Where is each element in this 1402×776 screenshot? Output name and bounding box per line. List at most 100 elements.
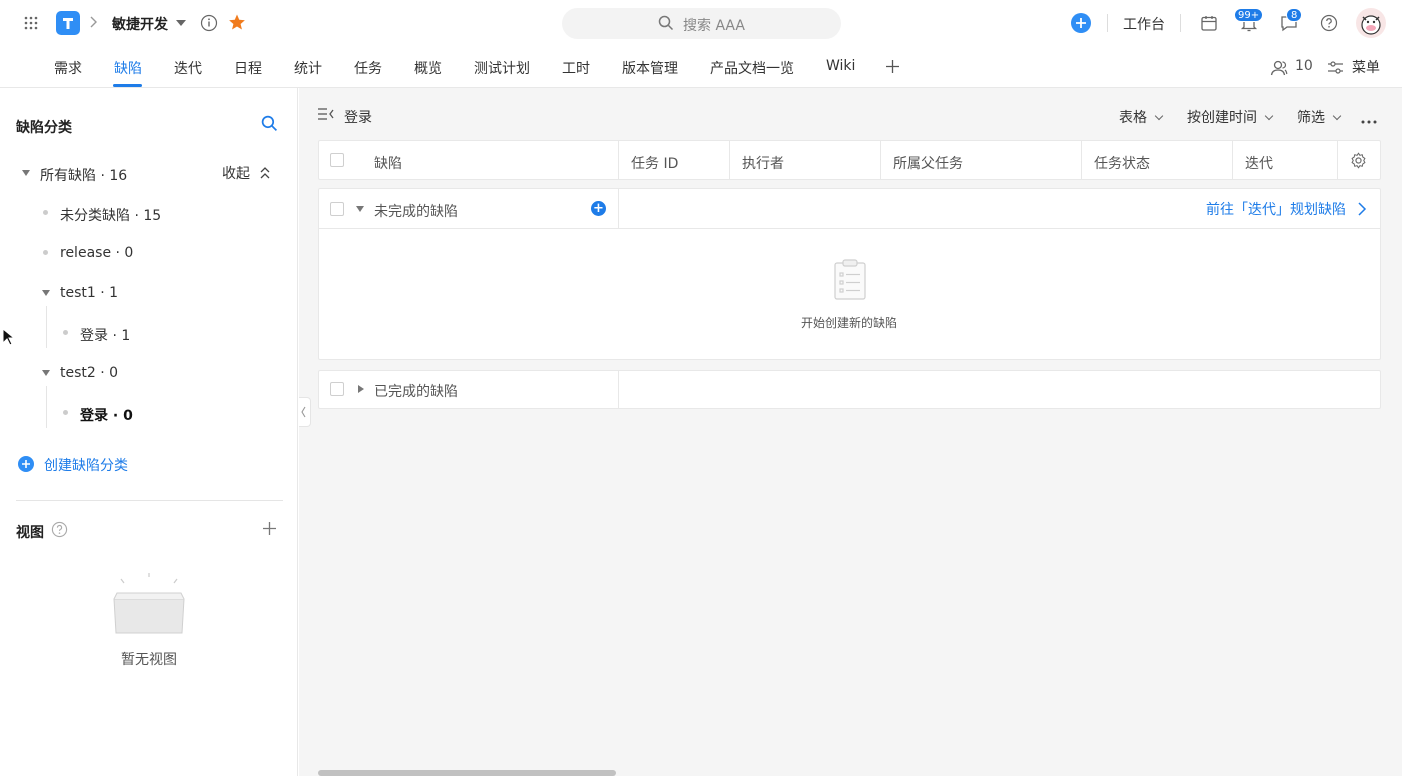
breadcrumb: 登录 — [344, 110, 372, 126]
workbench-link[interactable]: 工作台 — [1123, 14, 1165, 34]
column-header-defect[interactable]: 缺陷 — [374, 153, 402, 173]
sort-dropdown[interactable]: 按创建时间 — [1187, 107, 1274, 127]
horizontal-scrollbar[interactable] — [318, 770, 616, 776]
mouse-cursor-icon — [2, 327, 16, 350]
more-icon[interactable] — [1361, 112, 1377, 128]
menu-button[interactable]: 菜单 — [1352, 57, 1380, 77]
add-tab-icon[interactable] — [885, 59, 900, 78]
apps-grid-icon[interactable] — [23, 15, 39, 31]
sidebar-title: 缺陷分类 — [16, 120, 72, 136]
collapse-icon[interactable] — [259, 166, 271, 184]
column-settings-icon[interactable] — [1350, 152, 1367, 173]
column-divider — [729, 141, 730, 179]
empty-state-text: 开始创建新的缺陷 — [801, 316, 898, 330]
bullet-icon — [63, 330, 68, 335]
column-header-parent-task[interactable]: 所属父任务 — [893, 153, 963, 173]
category-uncategorized[interactable]: 未分类缺陷 · 15 — [60, 205, 161, 225]
tab-product-docs[interactable]: 产品文档一览 — [710, 58, 794, 78]
chevron-down-icon — [1264, 111, 1274, 121]
star-icon[interactable] — [228, 13, 246, 35]
group-divider — [618, 371, 619, 408]
category-release[interactable]: release · 0 — [60, 245, 133, 261]
help-icon[interactable] — [1320, 14, 1338, 36]
group-title[interactable]: 未完成的缺陷 — [374, 201, 458, 221]
bullet-icon — [63, 410, 68, 415]
select-all-checkbox[interactable] — [330, 153, 344, 167]
tab-schedule[interactable]: 日程 — [234, 58, 262, 78]
filter-label: 筛选 — [1297, 110, 1325, 126]
chevron-down-icon — [1154, 111, 1164, 121]
search-icon[interactable] — [261, 115, 278, 136]
tree-guide-line — [46, 386, 47, 428]
category-test1[interactable]: test1 · 1 — [60, 285, 118, 301]
calendar-icon[interactable] — [1200, 14, 1218, 36]
message-badge: 8 — [1286, 8, 1303, 22]
view-switcher[interactable]: 表格 — [1119, 107, 1164, 127]
views-empty-text: 暂无视图 — [121, 652, 177, 668]
add-defect-icon[interactable]: + — [591, 201, 606, 216]
column-header-task-status[interactable]: 任务状态 — [1094, 153, 1150, 173]
column-header-task-id[interactable]: 任务 ID — [631, 153, 678, 173]
project-name[interactable]: 敏捷开发 — [112, 14, 168, 34]
category-test1-login[interactable]: 登录 · 1 — [80, 325, 130, 345]
avatar[interactable] — [1356, 8, 1386, 38]
bullet-icon — [43, 250, 48, 255]
create-category-link[interactable]: 创建缺陷分类 — [44, 455, 128, 475]
toggle-sidebar-icon[interactable] — [317, 107, 335, 125]
main-content: 登录 表格 按创建时间 筛选 缺陷 任务 ID 执行者 所属父任务 任务状态 迭… — [299, 88, 1402, 776]
caret-down-icon[interactable] — [356, 206, 364, 212]
sidebar-divider — [16, 500, 283, 501]
search-input[interactable]: 搜索 AAA — [562, 8, 841, 39]
tab-work-hours[interactable]: 工时 — [562, 58, 590, 78]
menu-settings-icon[interactable] — [1327, 59, 1344, 80]
add-new-icon[interactable] — [1071, 13, 1091, 33]
caret-down-icon[interactable] — [42, 370, 50, 376]
search-placeholder: 搜索 AAA — [683, 18, 745, 34]
caret-right-icon[interactable] — [358, 385, 364, 393]
views-title: 视图 — [16, 525, 44, 541]
tab-requirements[interactable]: 需求 — [54, 58, 82, 78]
column-divider — [1081, 141, 1082, 179]
top-divider — [1180, 14, 1181, 32]
member-count[interactable]: 10 — [1295, 58, 1313, 74]
project-logo-icon[interactable] — [56, 11, 80, 35]
category-all[interactable]: 所有缺陷 · 16 — [40, 165, 127, 185]
collapse-button[interactable]: 收起 — [222, 163, 250, 183]
tab-iterations[interactable]: 迭代 — [174, 58, 202, 78]
chevron-right-icon[interactable] — [1357, 201, 1367, 221]
category-test2-login[interactable]: 登录 · 0 — [80, 405, 133, 425]
chevron-right-icon — [88, 15, 98, 33]
group-checkbox[interactable] — [330, 202, 344, 216]
group-incomplete: 未完成的缺陷 + 前往「迭代」规划缺陷 开始创建新的缺陷 — [318, 188, 1381, 360]
column-header-assignee[interactable]: 执行者 — [742, 153, 784, 173]
add-view-icon[interactable] — [262, 521, 277, 540]
project-dropdown-icon[interactable] — [176, 20, 186, 26]
tab-statistics[interactable]: 统计 — [294, 58, 322, 78]
plan-iteration-link[interactable]: 前往「迭代」规划缺陷 — [1206, 199, 1346, 219]
tab-tasks[interactable]: 任务 — [354, 58, 382, 78]
group-checkbox[interactable] — [330, 382, 344, 396]
add-category-icon[interactable] — [18, 456, 34, 472]
members-icon[interactable] — [1270, 59, 1288, 81]
caret-down-icon[interactable] — [42, 290, 50, 296]
top-bar: 敏捷开发 搜索 AAA 工作台 99+ 8 — [0, 0, 1402, 46]
filter-dropdown[interactable]: 筛选 — [1297, 107, 1342, 127]
sidebar-collapse-handle[interactable] — [299, 397, 311, 427]
help-icon[interactable] — [51, 521, 68, 542]
group-divider — [319, 228, 1380, 229]
caret-down-icon[interactable] — [22, 170, 30, 176]
tab-version-management[interactable]: 版本管理 — [622, 58, 678, 78]
tab-wiki[interactable]: Wiki — [826, 58, 855, 74]
info-icon[interactable] — [200, 14, 218, 36]
active-tab-indicator — [113, 84, 142, 87]
group-title[interactable]: 已完成的缺陷 — [374, 381, 458, 401]
tab-test-plan[interactable]: 测试计划 — [474, 58, 530, 78]
column-header-iteration[interactable]: 迭代 — [1245, 153, 1273, 173]
category-test2[interactable]: test2 · 0 — [60, 365, 118, 381]
top-divider — [1107, 14, 1108, 32]
tab-overview[interactable]: 概览 — [414, 58, 442, 78]
search-icon — [658, 15, 674, 35]
clipboard-list-icon — [832, 258, 868, 306]
tab-defects[interactable]: 缺陷 — [114, 58, 142, 78]
column-divider — [880, 141, 881, 179]
